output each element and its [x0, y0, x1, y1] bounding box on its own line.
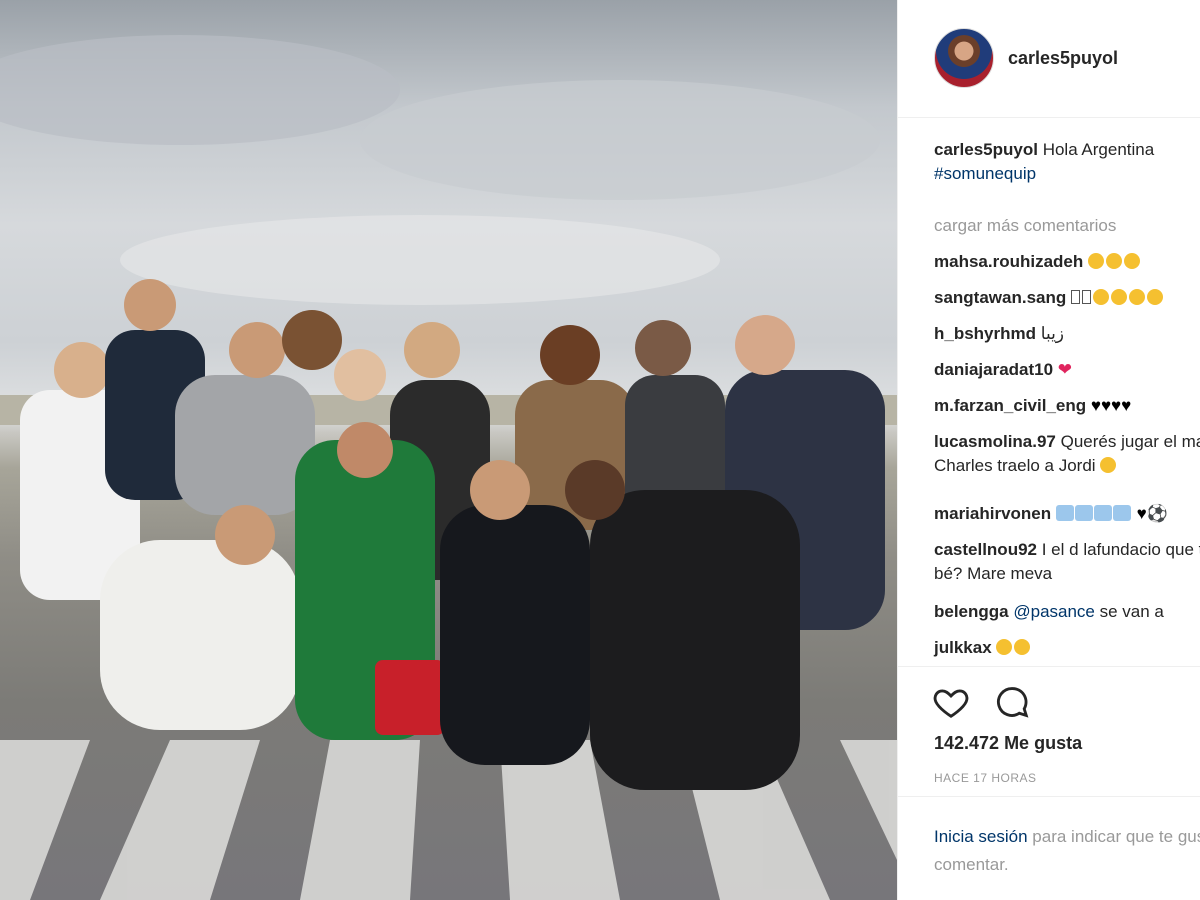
comment-row: sangtawan.sang	[934, 286, 1200, 322]
comment-row: belengga @pasance se van a	[934, 600, 1200, 636]
comment-text: se van a	[1099, 602, 1164, 621]
comment-user[interactable]: m.farzan_civil_eng	[934, 396, 1086, 415]
heart-icon[interactable]	[932, 683, 970, 721]
comment-user[interactable]: julkkax	[934, 638, 992, 657]
post-header: carles5puyol	[898, 0, 1200, 118]
avatar[interactable]	[934, 28, 994, 88]
comment-user[interactable]: daniajaradat10	[934, 360, 1053, 379]
comment-user[interactable]: h_bshyrhmd	[934, 324, 1036, 343]
comment-row: m.farzan_civil_eng ♥♥♥♥	[934, 394, 1200, 430]
comment-row: h_bshyrhmd زیبا	[934, 322, 1200, 358]
emoji-icon	[996, 638, 1032, 657]
login-prompt: Inicia sesión para indicar que te gusta …	[934, 823, 1200, 879]
caption: carles5puyol Hola Argentina #somunequip	[934, 138, 1200, 183]
load-more-comments-link[interactable]: cargar más comentarios	[934, 214, 1200, 250]
login-footer: Inicia sesión para indicar que te gusta …	[898, 796, 1200, 900]
comment-row: mariahirvonen ♥⚽	[934, 502, 1200, 538]
caption-hashtag[interactable]: #somunequip	[934, 164, 1036, 183]
post-username[interactable]: carles5puyol	[1008, 48, 1118, 69]
comment-user[interactable]: mahsa.rouhizadeh	[934, 252, 1083, 271]
comment-text: زیبا	[1040, 324, 1065, 343]
comment-user[interactable]: sangtawan.sang	[934, 288, 1066, 307]
comment-icon[interactable]	[993, 683, 1031, 721]
comment-user[interactable]: belengga	[934, 602, 1009, 621]
caption-text: Hola Argentina	[1042, 140, 1155, 159]
post-side-panel: carles5puyol carles5puyol Hola Argentina…	[897, 0, 1200, 900]
comment-row: castellnou92 I el d lafundacio que tract…	[934, 538, 1200, 600]
comment-mention[interactable]: @pasance	[1013, 602, 1095, 621]
group-photo-illustration	[0, 35, 897, 900]
comment-user[interactable]: lucasmolina.97	[934, 432, 1056, 451]
post-photo[interactable]	[0, 0, 897, 900]
caption-user[interactable]: carles5puyol	[934, 140, 1038, 159]
post-timestamp: HACE 17 HORAS	[934, 771, 1037, 785]
comment-row: daniajaradat10 ❤	[934, 358, 1200, 394]
emoji-icon	[1088, 252, 1142, 271]
clapping-emoji-icon	[1055, 504, 1132, 523]
comment-row: mahsa.rouhizadeh	[934, 250, 1200, 286]
two-hearts-icon: ❤	[1057, 360, 1073, 379]
comment-user[interactable]: castellnou92	[934, 540, 1037, 559]
heart-ball-icon: ♥⚽	[1136, 504, 1168, 523]
comment-user[interactable]: mariahirvonen	[934, 504, 1051, 523]
comments-list: carles5puyol Hola Argentina #somunequip …	[934, 138, 1200, 672]
black-hearts-icon: ♥♥♥♥	[1090, 396, 1132, 415]
login-link[interactable]: Inicia sesión	[934, 827, 1028, 846]
comment-row: lucasmolina.97 Querés jugar el martes Ch…	[934, 430, 1200, 502]
laughing-emoji-icon	[1100, 457, 1117, 473]
post-actions: 142.472 Me gusta HACE 17 HORAS	[898, 666, 1200, 796]
likes-count[interactable]: 142.472 Me gusta	[934, 733, 1082, 754]
emoji-icon	[1071, 288, 1165, 307]
